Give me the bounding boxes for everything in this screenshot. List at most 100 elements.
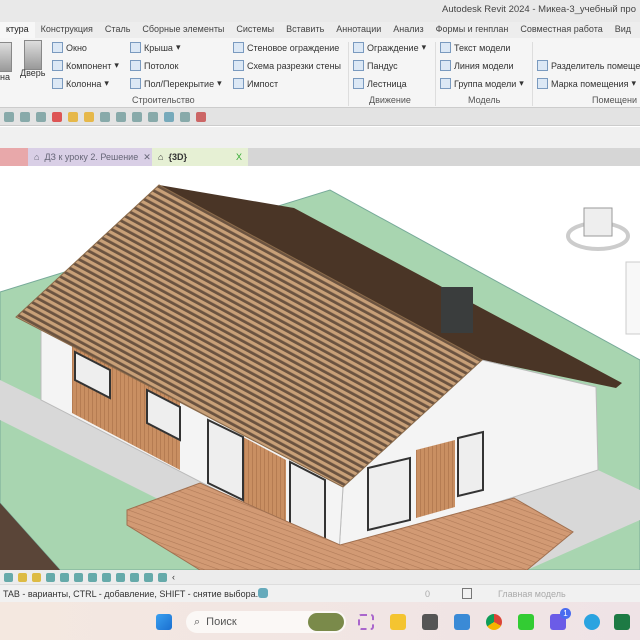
- window-big-icon[interactable]: [0, 42, 12, 72]
- close-icon[interactable]: X: [236, 152, 242, 162]
- tab-annotate[interactable]: Аннотации: [330, 22, 387, 38]
- text-icon[interactable]: [116, 111, 126, 122]
- curtain-wall-button[interactable]: Стеновое ограждение: [233, 42, 339, 53]
- railing-icon: [353, 42, 364, 53]
- cladding: [416, 440, 455, 518]
- column-label: Колонна: [66, 78, 102, 89]
- stair-button[interactable]: Лестница: [353, 78, 407, 89]
- windows-start-icon[interactable]: [156, 614, 172, 630]
- detail-level-icon[interactable]: [18, 572, 27, 582]
- tab-systems[interactable]: Системы: [230, 22, 280, 38]
- mullion-label: Импост: [247, 78, 279, 89]
- file-explorer-icon[interactable]: [390, 614, 406, 630]
- tab-collaborate[interactable]: Совместная работа: [514, 22, 608, 38]
- chrome-icon[interactable]: [486, 614, 502, 630]
- tab-architecture[interactable]: ктура: [0, 22, 35, 38]
- search-box[interactable]: ⌕ Поиск: [186, 611, 346, 633]
- tag-icon[interactable]: [100, 111, 110, 122]
- roof-label: Крыша: [144, 42, 173, 53]
- 3d-model-view: [0, 184, 640, 570]
- room-separator-icon: [537, 60, 548, 71]
- scale-icon[interactable]: [4, 572, 13, 582]
- door-icon[interactable]: [24, 40, 42, 70]
- messenger-icon[interactable]: 1: [550, 608, 571, 630]
- doc-tab-3d[interactable]: ⌂ {3D} X: [152, 148, 248, 166]
- room-tag-button[interactable]: Марка помещения ▾: [537, 78, 636, 89]
- ceiling-button[interactable]: Потолок: [130, 60, 178, 71]
- model-text-button[interactable]: Текст модели: [440, 42, 510, 53]
- tab-precast[interactable]: Сборные элементы: [136, 22, 230, 38]
- window-label: Окно: [66, 42, 87, 53]
- door-window: [367, 456, 411, 532]
- customize-icon[interactable]: [196, 111, 206, 122]
- calculator-icon[interactable]: [422, 614, 438, 630]
- panel-model-label: Модель: [468, 95, 501, 105]
- search-highlight-image: [308, 613, 344, 631]
- app-icon[interactable]: [518, 614, 534, 630]
- 3d-view-icon[interactable]: [132, 111, 142, 122]
- telegram-icon[interactable]: [584, 614, 600, 630]
- panel-build-label: Строительство: [132, 95, 195, 105]
- doc-tab-drawing[interactable]: ⌂ ДЗ к уроку 2. Решение ✕: [28, 148, 152, 166]
- tab-analyze[interactable]: Анализ: [387, 22, 429, 38]
- panel-room-label: Помещени: [592, 95, 637, 105]
- reveal-icon[interactable]: [130, 572, 139, 582]
- view-cube-icon[interactable]: [583, 207, 613, 237]
- model-text-label: Текст модели: [454, 42, 511, 53]
- tab-steel[interactable]: Сталь: [99, 22, 136, 38]
- thin-lines-icon[interactable]: [164, 111, 174, 122]
- measure-icon[interactable]: [68, 111, 78, 122]
- curtain-grid-icon: [233, 60, 244, 71]
- undo-icon[interactable]: [4, 111, 14, 122]
- tab-structure[interactable]: Конструкция: [35, 22, 99, 38]
- house-icon: ⌂: [158, 152, 164, 162]
- excel-icon[interactable]: [614, 614, 630, 630]
- worksets-icon[interactable]: [258, 588, 268, 598]
- visual-style-icon[interactable]: [32, 572, 41, 582]
- print-icon[interactable]: [36, 111, 46, 122]
- mullion-button[interactable]: Импост: [233, 78, 278, 89]
- notepad-icon[interactable]: [454, 614, 470, 630]
- door-button[interactable]: Дверь: [20, 68, 45, 78]
- collapse-icon[interactable]: ‹: [172, 572, 175, 582]
- ramp-icon: [353, 60, 364, 71]
- 3d-viewport[interactable]: [0, 166, 640, 570]
- model-line-icon: [440, 60, 451, 71]
- close-icon[interactable]: ✕: [143, 152, 151, 163]
- sun-path-icon[interactable]: [46, 572, 55, 582]
- show-crop-icon[interactable]: [88, 572, 97, 582]
- column-button[interactable]: Колонна ▾: [52, 78, 109, 89]
- room-separator-button[interactable]: Разделитель помеще: [537, 60, 640, 71]
- redo-icon[interactable]: [20, 111, 30, 122]
- crop-icon[interactable]: [74, 572, 83, 582]
- dimension-icon[interactable]: [84, 111, 94, 122]
- unlock-3d-icon[interactable]: [102, 572, 111, 582]
- tab-insert[interactable]: Вставить: [280, 22, 330, 38]
- roof-button[interactable]: Крыша ▾: [130, 42, 180, 53]
- doc-tab-label: {3D}: [168, 152, 187, 162]
- curtain-grid-button[interactable]: Схема разрезки стены: [233, 60, 341, 71]
- constraints-icon[interactable]: [158, 572, 167, 582]
- tab-view[interactable]: Вид: [609, 22, 637, 38]
- tab-massing[interactable]: Формы и генплан: [430, 22, 515, 38]
- view-control-bar: ‹: [0, 570, 640, 584]
- sheet-icon[interactable]: [52, 111, 62, 122]
- analytical-icon[interactable]: [144, 572, 153, 582]
- search-icon: ⌕: [194, 615, 201, 628]
- snipping-tool-icon[interactable]: [358, 614, 374, 630]
- design-options-icon[interactable]: [462, 588, 472, 599]
- ramp-button[interactable]: Пандус: [353, 60, 398, 71]
- railing-button[interactable]: Ограждение ▾: [353, 42, 426, 53]
- model-group-button[interactable]: Группа модели ▾: [440, 78, 524, 89]
- model-line-button[interactable]: Линия модели: [440, 60, 514, 71]
- component-button[interactable]: Компонент ▾: [52, 60, 119, 71]
- curtain-grid-label: Схема разрезки стены: [247, 60, 342, 71]
- window-button[interactable]: Окно: [52, 42, 87, 53]
- ceiling-label: Потолок: [144, 60, 179, 71]
- switch-windows-icon[interactable]: [180, 111, 190, 122]
- hide-icon[interactable]: [116, 572, 125, 582]
- window-big-label[interactable]: на: [0, 72, 10, 82]
- floor-button[interactable]: Пол/Перекрытие ▾: [130, 78, 222, 89]
- section-icon[interactable]: [148, 111, 158, 122]
- shadows-icon[interactable]: [60, 572, 69, 582]
